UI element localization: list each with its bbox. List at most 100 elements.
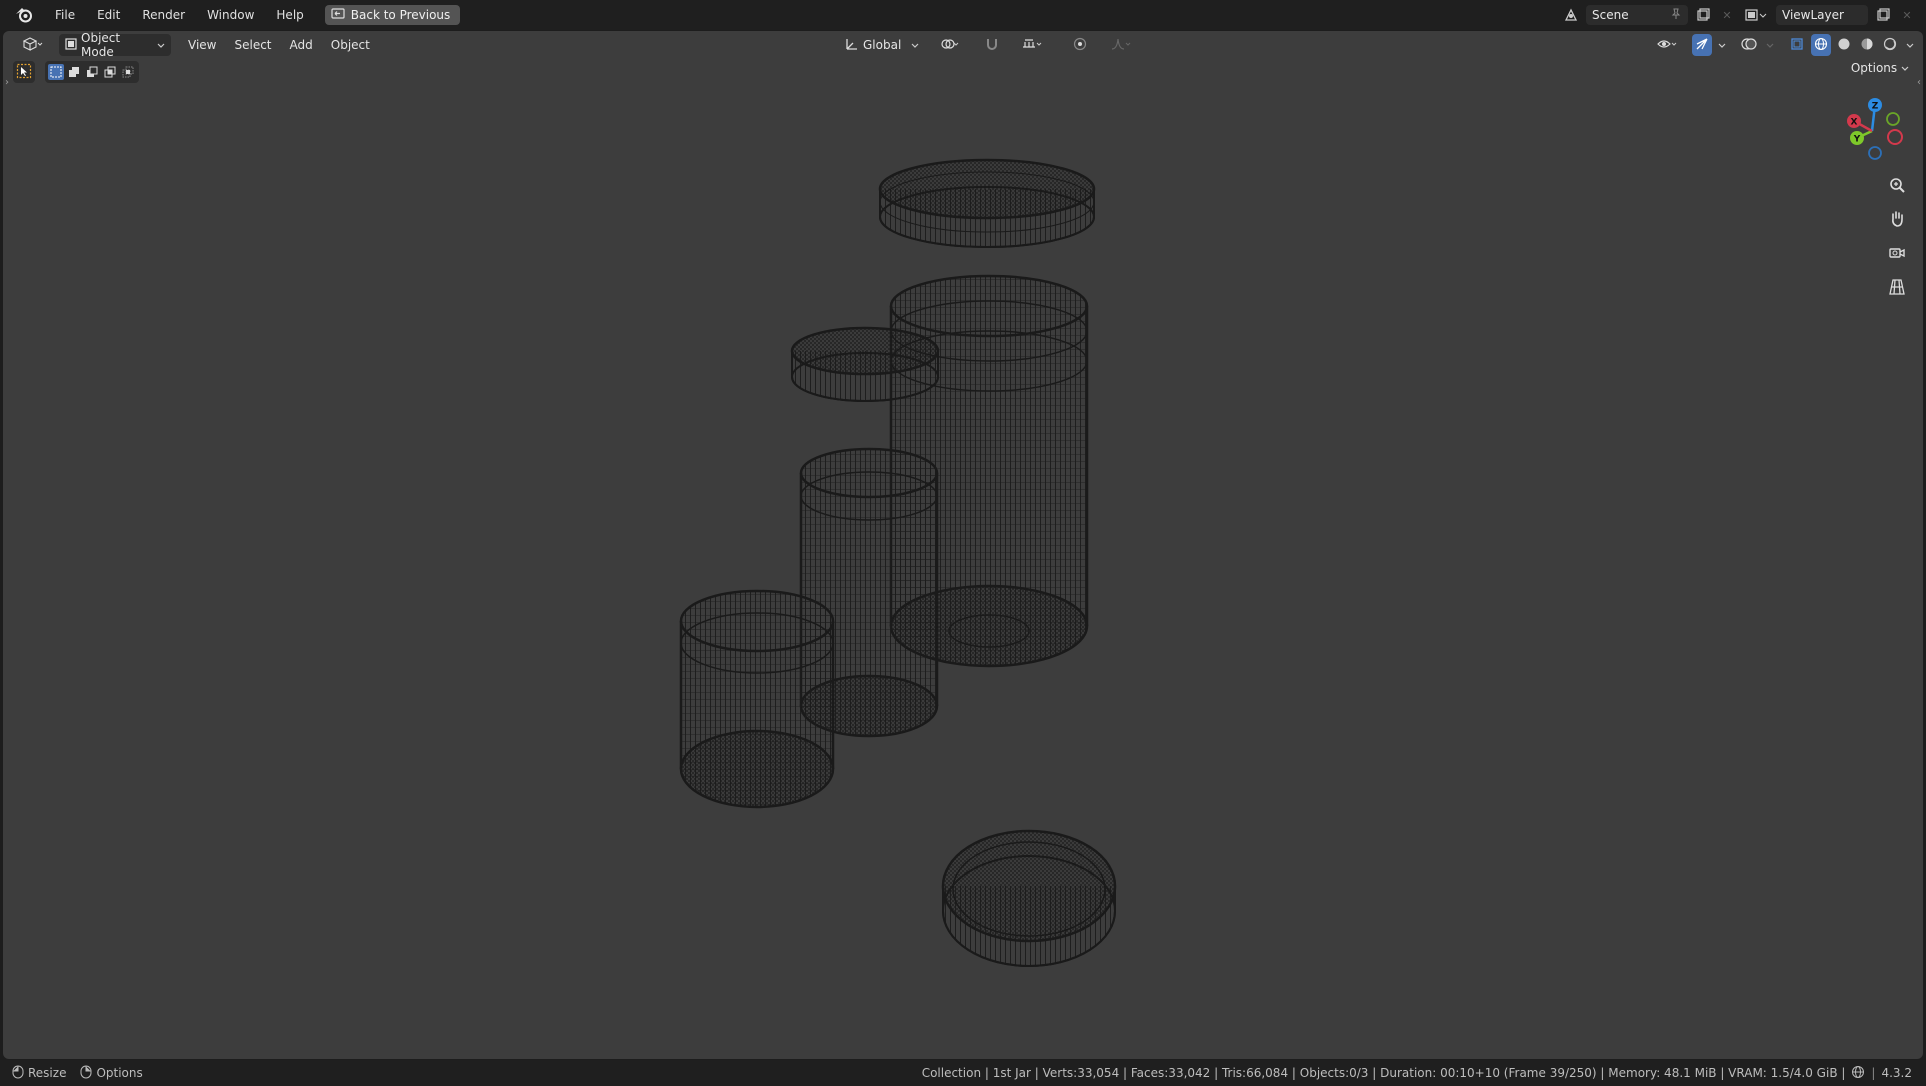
- delete-view-layer-icon[interactable]: ✕: [1898, 6, 1916, 24]
- floating-lid-bottom[interactable]: [941, 829, 1117, 967]
- eye-selectability-icon: [1657, 37, 1679, 54]
- gizmo-toggle[interactable]: [1692, 34, 1712, 56]
- menu-help[interactable]: Help: [265, 4, 314, 26]
- scene-name-field[interactable]: Scene: [1586, 5, 1688, 25]
- selection-subtract-icon[interactable]: [84, 64, 100, 80]
- viewport-header: Object Mode View Select Add Object Globa…: [3, 31, 1923, 59]
- mode-label: Object Mode: [81, 31, 121, 59]
- object-mode-icon: [65, 37, 77, 53]
- shading-material-button[interactable]: [1857, 34, 1877, 56]
- overlays-icon: [1741, 37, 1757, 54]
- status-bar: Resize Options Collection | 1st Jar | Ve…: [0, 1060, 1926, 1086]
- options-dropdown[interactable]: Options: [1843, 57, 1917, 79]
- magnet-icon: [985, 37, 999, 54]
- rendered-sphere-icon: [1883, 37, 1897, 54]
- 3d-viewport[interactable]: Object Mode View Select Add Object Globa…: [3, 31, 1923, 1059]
- shading-dropdown[interactable]: [1903, 34, 1917, 56]
- menu-object[interactable]: Object: [322, 34, 379, 56]
- gizmo-dropdown[interactable]: [1715, 34, 1729, 56]
- snap-target-selector[interactable]: [1013, 34, 1053, 56]
- toolbar-expand-arrow-icon[interactable]: ›: [5, 77, 9, 88]
- back-screen-icon: [331, 7, 345, 23]
- view-layer-selector-icon[interactable]: [1742, 6, 1770, 24]
- gizmo-icon: [1695, 37, 1709, 54]
- menu-render[interactable]: Render: [131, 4, 196, 26]
- overlays-toggle[interactable]: [1738, 34, 1760, 56]
- scene-statistics: Collection | 1st Jar | Verts:33,054 | Fa…: [921, 1065, 1912, 1082]
- falloff-curve-icon: [1111, 37, 1133, 54]
- navigation-gizmo[interactable]: Z X Y: [1837, 93, 1913, 173]
- wireframe-scene[interactable]: [3, 31, 1923, 1059]
- zoom-icon[interactable]: [1883, 171, 1911, 199]
- status-hint-label: Options: [96, 1066, 143, 1080]
- menu-edit[interactable]: Edit: [86, 4, 131, 26]
- floating-lid-medium[interactable]: [790, 326, 940, 402]
- status-hint-label: Resize: [28, 1066, 67, 1080]
- view-layer-field[interactable]: ViewLayer: [1776, 5, 1868, 25]
- 3d-viewport-editor-icon: [22, 36, 44, 54]
- scene-stats-text: Collection | 1st Jar | Verts:33,054 | Fa…: [921, 1066, 1846, 1080]
- selection-set-new-icon[interactable]: [48, 64, 64, 80]
- sidebar-expand-arrow-icon[interactable]: ‹: [1917, 77, 1921, 88]
- camera-view-icon[interactable]: [1883, 239, 1911, 267]
- delete-scene-icon[interactable]: ✕: [1718, 6, 1736, 24]
- menu-file[interactable]: File: [44, 4, 86, 26]
- proportional-falloff-selector[interactable]: [1101, 34, 1143, 56]
- back-to-previous-button[interactable]: Back to Previous: [324, 5, 461, 25]
- selection-mode-group: [45, 61, 139, 83]
- wireframe-sphere-icon: [1814, 37, 1828, 54]
- pivot-point-icon: [940, 37, 960, 54]
- blender-version: 4.3.2: [1881, 1066, 1912, 1080]
- negative-y-axis-handle[interactable]: [1886, 112, 1900, 126]
- xray-toggle[interactable]: [1786, 34, 1808, 56]
- navigation-buttons: [1883, 171, 1911, 301]
- new-scene-icon[interactable]: [1694, 6, 1712, 24]
- jar-small[interactable]: [673, 586, 841, 821]
- shading-solid-button[interactable]: [1834, 34, 1854, 56]
- floating-lid-large[interactable]: [878, 158, 1096, 248]
- proportional-editing-icon: [1073, 37, 1087, 54]
- status-hints: Resize Options: [0, 1065, 143, 1082]
- scene-selector-icon[interactable]: [1562, 6, 1580, 24]
- menu-window[interactable]: Window: [196, 4, 265, 26]
- globe-network-icon[interactable]: [1851, 1065, 1865, 1082]
- transform-orientation-selector[interactable]: Global: [839, 34, 925, 56]
- perspective-grid-icon[interactable]: [1883, 273, 1911, 301]
- snap-toggle[interactable]: [975, 34, 1009, 56]
- negative-z-axis-handle[interactable]: [1868, 146, 1882, 160]
- pivot-point-selector[interactable]: [929, 34, 971, 56]
- selection-difference-icon[interactable]: [102, 64, 118, 80]
- negative-x-axis-handle[interactable]: [1887, 129, 1903, 145]
- overlays-dropdown[interactable]: [1763, 34, 1777, 56]
- x-axis-label: X: [1851, 118, 1858, 128]
- scene-name: Scene: [1592, 8, 1629, 22]
- blender-logo-icon[interactable]: [12, 5, 36, 25]
- chevron-down-icon: [1766, 38, 1774, 52]
- menu-select[interactable]: Select: [225, 34, 280, 56]
- selection-intersect-icon[interactable]: [120, 64, 136, 80]
- y-axis-label: Y: [1853, 135, 1861, 145]
- select-box-tool-icon: [16, 63, 32, 82]
- orientation-label: Global: [863, 38, 902, 52]
- topbar-right-group: Scene ✕ ViewLayer ✕: [1562, 5, 1916, 25]
- pin-icon[interactable]: [1670, 8, 1682, 23]
- shading-rendered-button[interactable]: [1880, 34, 1900, 56]
- solid-sphere-icon: [1837, 37, 1851, 54]
- menu-add[interactable]: Add: [281, 34, 322, 56]
- mouse-left-icon: [12, 1065, 24, 1082]
- active-tool-button[interactable]: [13, 61, 35, 83]
- chevron-down-icon: [1718, 38, 1726, 52]
- proportional-editing-toggle[interactable]: [1063, 34, 1097, 56]
- orientation-axes-icon: [845, 37, 859, 54]
- options-label: Options: [1850, 61, 1898, 75]
- tool-settings-row: [13, 61, 139, 83]
- shading-wireframe-button[interactable]: [1811, 34, 1831, 56]
- selection-extend-icon[interactable]: [66, 64, 82, 80]
- mouse-right-icon: [80, 1065, 92, 1082]
- new-view-layer-icon[interactable]: [1874, 6, 1892, 24]
- mode-selector[interactable]: Object Mode: [59, 31, 171, 59]
- object-visibility-selector[interactable]: [1647, 34, 1689, 56]
- menu-view[interactable]: View: [179, 34, 225, 56]
- pan-hand-icon[interactable]: [1883, 205, 1911, 233]
- editor-type-selector[interactable]: [11, 34, 55, 56]
